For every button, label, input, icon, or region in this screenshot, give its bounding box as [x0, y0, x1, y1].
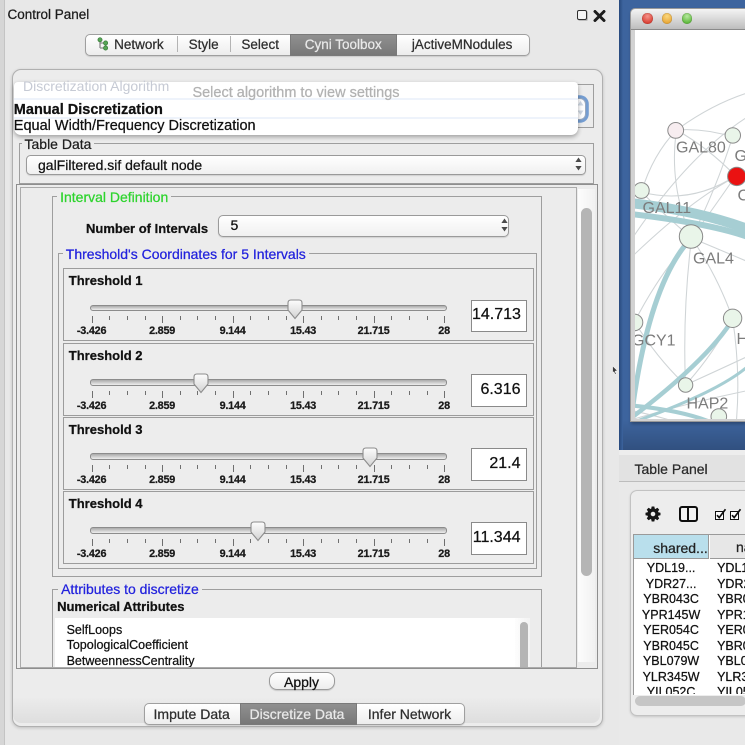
svg-text:GAL80: GAL80 [676, 140, 726, 157]
svg-text:C: C [737, 188, 745, 205]
svg-text:H: H [736, 331, 745, 348]
svg-text:GAL4: GAL4 [693, 251, 734, 268]
svg-text:GAL11: GAL11 [642, 200, 691, 217]
svg-text:GA: GA [734, 148, 745, 165]
svg-text:GCY1: GCY1 [635, 333, 676, 350]
svg-text:HAP2: HAP2 [686, 396, 728, 413]
